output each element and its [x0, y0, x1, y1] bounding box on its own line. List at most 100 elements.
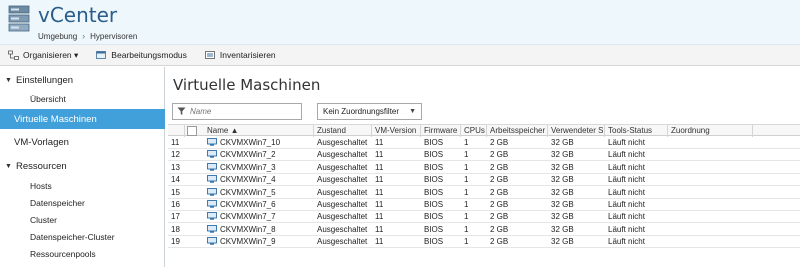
cell-row-number: 16	[171, 200, 180, 209]
sidebar-item-cluster[interactable]: Cluster	[0, 213, 165, 227]
cell-name[interactable]: CKVMXWin7_5	[204, 187, 314, 199]
column-header-verwendeter-speicher[interactable]: Verwendeter S	[548, 125, 605, 137]
cell-zuordnung	[668, 224, 753, 236]
filter-icon	[177, 107, 186, 115]
caret-down-icon: ▼	[5, 162, 12, 170]
sidebar-item-ressourcen[interactable]: ▼ Ressourcen	[0, 159, 165, 173]
cell-name[interactable]: CKVMXWin7_3	[204, 162, 314, 174]
sidebar-item-einstellungen[interactable]: ▼ Einstellungen	[0, 73, 165, 87]
table-row[interactable]: 16 CKVMXWin7_6 Ausgeschaltet 11 BIOS 1 2 GB 32 …	[168, 199, 800, 211]
cell-cpus: 1	[464, 212, 469, 222]
organize-button[interactable]: Organisieren ▾	[8, 50, 78, 61]
cell-cpus: 1	[464, 162, 469, 172]
cell-vm-version: 11	[375, 200, 384, 209]
column-header-cpus[interactable]: CPUs	[461, 125, 487, 137]
inventory-button[interactable]: Inventarisieren	[205, 50, 276, 61]
vm-name: CKVMXWin7_10	[220, 138, 281, 147]
table-row[interactable]: 11 CKVMXWin7_10 Ausgeschaltet 11 BIOS 1 2 GB 32…	[168, 137, 800, 149]
sidebar-item-uebersicht[interactable]: Übersicht	[0, 92, 165, 106]
column-header-name[interactable]: Name ▲	[204, 125, 314, 137]
vm-name: CKVMXWin7_4	[220, 175, 276, 185]
search-input[interactable]	[190, 107, 290, 116]
sidebar-item-label: Datenspeicher	[30, 198, 85, 208]
vm-name: CKVMXWin7_2	[220, 150, 276, 160]
cell-name[interactable]: CKVMXWin7_6	[204, 199, 314, 211]
cell-verwendeter-speicher: 32 GB	[551, 212, 574, 222]
cell-vm-version: 11	[375, 187, 384, 197]
organize-label: Organisieren ▾	[23, 49, 79, 60]
cell-vm-version: 11	[375, 150, 384, 160]
sidebar-item-vm-vorlagen[interactable]: VM-Vorlagen	[0, 135, 165, 149]
cell-name[interactable]: CKVMXWin7_2	[204, 149, 314, 161]
cell-name[interactable]: CKVMXWin7_8	[204, 224, 314, 236]
cell-firmware: BIOS	[424, 200, 444, 209]
assignment-filter-select[interactable]: Kein Zuordnungsfilter ▼	[317, 103, 422, 120]
column-header-firmware[interactable]: Firmware	[421, 125, 461, 137]
cell-tools-status: Läuft nicht	[608, 187, 645, 197]
table-row[interactable]: 19 CKVMXWin7_9 Ausgeschaltet 11 BIOS 1 2 GB 32 …	[168, 236, 800, 249]
table-row[interactable]: 15 CKVMXWin7_5 Ausgeschaltet 11 BIOS 1 2 GB 32 …	[168, 187, 800, 199]
edit-mode-icon	[96, 50, 107, 59]
cell-arbeitsspeicher: 2 GB	[490, 187, 509, 197]
cell-firmware: BIOS	[424, 138, 444, 147]
sidebar-item-label: Übersicht	[30, 94, 66, 104]
sidebar-item-label: Hosts	[30, 181, 52, 191]
cell-name[interactable]: CKVMXWin7_9	[204, 236, 314, 248]
vm-name: CKVMXWin7_9	[220, 237, 276, 247]
server-icon	[8, 5, 30, 32]
column-header-arbeitsspeicher[interactable]: Arbeitsspeicher	[487, 125, 548, 137]
vm-name: CKVMXWin7_6	[220, 200, 276, 209]
name-filter[interactable]	[172, 103, 302, 120]
cell-arbeitsspeicher: 2 GB	[490, 175, 509, 185]
table-row[interactable]: 17 CKVMXWin7_7 Ausgeschaltet 11 BIOS 1 2 GB 32 …	[168, 211, 800, 224]
toolbar: Organisieren ▾ Bearbeitungsmodus Inventa…	[0, 44, 800, 66]
cell-verwendeter-speicher: 32 GB	[551, 187, 574, 197]
cell-row-number: 17	[171, 212, 180, 222]
sidebar-item-label: Datenspeicher-Cluster	[30, 232, 115, 242]
cell-tools-status: Läuft nicht	[608, 237, 645, 247]
sidebar-item-datenspeicher[interactable]: Datenspeicher	[0, 196, 165, 210]
edit-mode-button[interactable]: Bearbeitungsmodus	[96, 50, 187, 61]
cell-vm-version: 11	[375, 138, 384, 147]
cell-row-number: 18	[171, 224, 180, 234]
cell-firmware: BIOS	[424, 175, 444, 185]
virtual-machine-icon	[207, 175, 217, 183]
cell-row-number: 12	[171, 150, 180, 160]
breadcrumb-item-umgebung[interactable]: Umgebung	[38, 32, 77, 41]
cell-tools-status: Läuft nicht	[608, 175, 645, 185]
cell-zustand: Ausgeschaltet	[317, 187, 368, 197]
cell-zuordnung	[668, 149, 753, 161]
select-all-checkbox[interactable]	[187, 126, 197, 136]
table-row[interactable]: 14 CKVMXWin7_4 Ausgeschaltet 11 BIOS 1 2 GB 32 …	[168, 174, 800, 187]
edit-mode-label: Bearbeitungsmodus	[111, 50, 187, 60]
sidebar-item-ressourcenpools[interactable]: Ressourcenpools	[0, 247, 165, 261]
cell-verwendeter-speicher: 32 GB	[551, 175, 574, 185]
sidebar-item-hosts[interactable]: Hosts	[0, 179, 165, 193]
sidebar-item-label: Einstellungen	[16, 74, 74, 86]
app-header: vCenter Umgebung › Hypervisoren	[0, 0, 800, 44]
column-header-vm-version[interactable]: VM-Version	[372, 125, 421, 137]
cell-name[interactable]: CKVMXWin7_7	[204, 211, 314, 223]
cell-firmware: BIOS	[424, 162, 444, 172]
sidebar-item-virtuelle-maschinen[interactable]: Virtuelle Maschinen	[0, 109, 165, 129]
column-header-zuordnung[interactable]: Zuordnung	[668, 125, 753, 137]
cell-name[interactable]: CKVMXWin7_10	[204, 137, 314, 149]
table-row[interactable]: 12 CKVMXWin7_2 Ausgeschaltet 11 BIOS 1 2 GB 32 …	[168, 149, 800, 162]
column-header-tools-status[interactable]: Tools-Status	[605, 125, 668, 137]
table-row[interactable]: 18 CKVMXWin7_8 Ausgeschaltet 11 BIOS 1 2 GB 32 …	[168, 224, 800, 236]
cell-verwendeter-speicher: 32 GB	[551, 200, 574, 209]
cell-tools-status: Läuft nicht	[608, 138, 645, 147]
cell-cpus: 1	[464, 138, 469, 147]
virtual-machine-icon	[207, 224, 217, 233]
column-header-zustand[interactable]: Zustand	[314, 125, 372, 137]
cell-vm-version: 11	[375, 162, 384, 172]
cell-cpus: 1	[464, 224, 469, 234]
breadcrumb-item-hypervisoren[interactable]: Hypervisoren	[90, 32, 137, 41]
page-title: Virtuelle Maschinen	[173, 76, 321, 94]
cell-arbeitsspeicher: 2 GB	[490, 237, 509, 247]
cell-name[interactable]: CKVMXWin7_4	[204, 174, 314, 186]
sidebar-item-datenspeicher-cluster[interactable]: Datenspeicher-Cluster	[0, 230, 165, 244]
virtual-machine-icon	[207, 237, 217, 245]
table-row[interactable]: 13 CKVMXWin7_3 Ausgeschaltet 11 BIOS 1 2 GB 32 …	[168, 162, 800, 174]
cell-tools-status: Läuft nicht	[608, 224, 645, 234]
